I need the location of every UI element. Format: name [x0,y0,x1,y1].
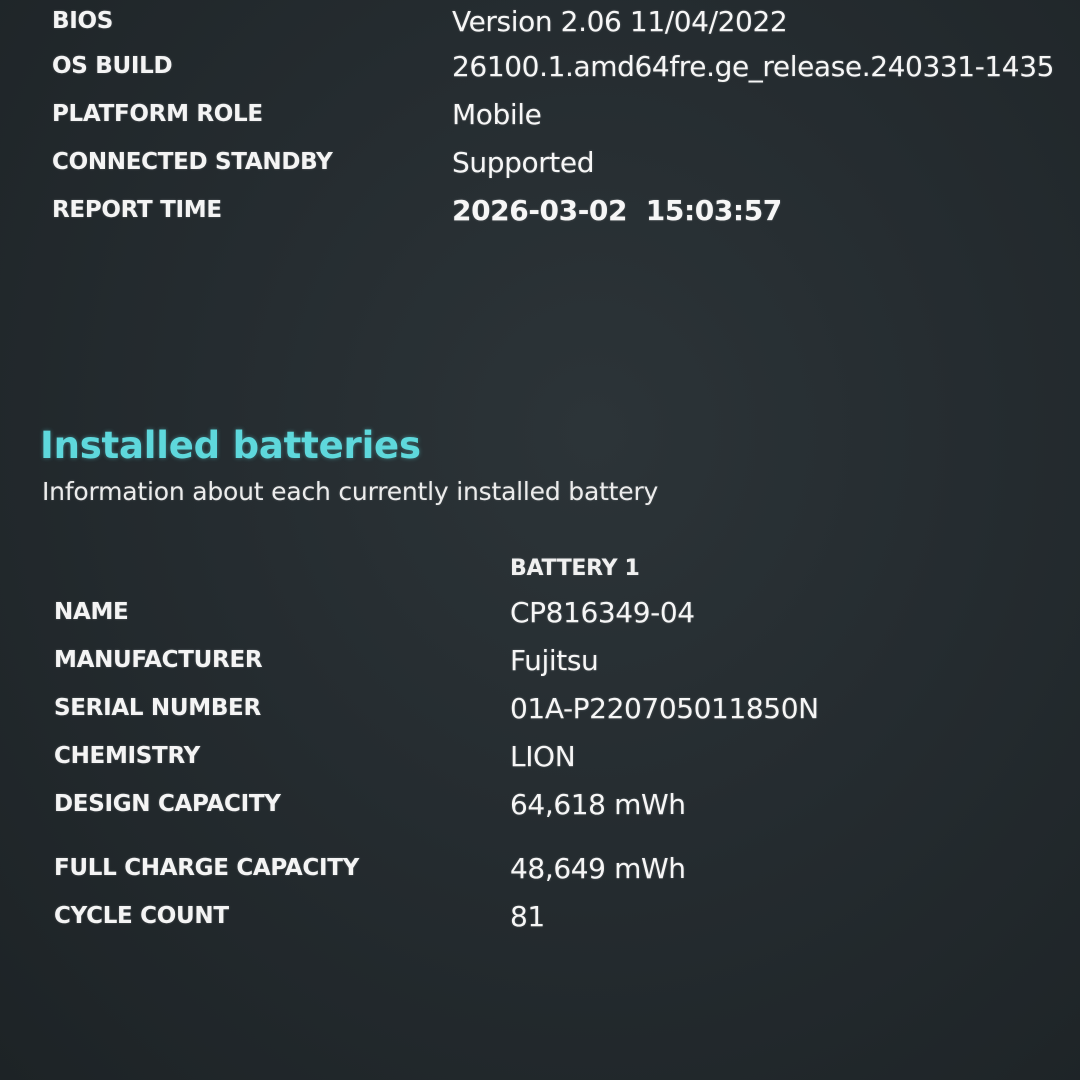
battery-name-label: NAME [54,599,129,625]
system-info-row-os-build: OS BUILD 26100.1.amd64fre.ge_release.240… [52,42,1062,90]
battery-manufacturer-value: Fujitsu [510,643,599,677]
system-info-row-connected-standby: CONNECTED STANDBY Supported [52,138,1062,186]
battery-serial-number-value: 01A-P220705011850N [510,691,819,725]
battery-row-manufacturer: MANUFACTURER Fujitsu [54,636,1034,684]
system-info-row-platform-role: PLATFORM ROLE Mobile [52,90,1062,138]
battery-row-name: NAME CP816349-04 [54,588,1034,636]
platform-role-value: Mobile [452,97,542,131]
report-time-label: REPORT TIME [52,197,222,223]
installed-batteries-description: Information about each currently install… [42,477,659,506]
battery-1-column-header: BATTERY 1 [510,555,640,581]
bios-label: BIOS [52,8,114,34]
battery-row-chemistry: CHEMISTRY LION [54,732,1034,780]
battery-table-header: BATTERY 1 [54,548,1034,588]
battery-manufacturer-label: MANUFACTURER [54,647,263,673]
system-info-table: BIOS Version 2.06 11/04/2022 OS BUILD 26… [52,0,1062,234]
battery-chemistry-value: LION [510,739,576,773]
battery-full-charge-capacity-label: FULL CHARGE CAPACITY [54,855,359,881]
connected-standby-label: CONNECTED STANDBY [52,149,333,175]
battery-row-full-charge-capacity: FULL CHARGE CAPACITY 48,649 mWh [54,844,1034,892]
battery-cycle-count-value: 81 [510,899,545,933]
battery-row-serial-number: SERIAL NUMBER 01A-P220705011850N [54,684,1034,732]
battery-report-page: BIOS Version 2.06 11/04/2022 OS BUILD 26… [0,0,1080,1080]
system-info-row-bios: BIOS Version 2.06 11/04/2022 [52,0,1062,42]
bios-value: Version 2.06 11/04/2022 [452,4,788,38]
installed-batteries-table: BATTERY 1 NAME CP816349-04 MANUFACTURER … [54,548,1034,940]
battery-design-capacity-value: 64,618 mWh [510,787,686,821]
battery-chemistry-label: CHEMISTRY [54,743,200,769]
os-build-value: 26100.1.amd64fre.ge_release.240331-1435 [452,49,1055,83]
installed-batteries-heading: Installed batteries [40,424,421,467]
battery-row-design-capacity: DESIGN CAPACITY 64,618 mWh [54,780,1034,828]
battery-serial-number-label: SERIAL NUMBER [54,695,261,721]
battery-name-value: CP816349-04 [510,595,695,629]
platform-role-label: PLATFORM ROLE [52,101,263,127]
battery-design-capacity-label: DESIGN CAPACITY [54,791,281,817]
os-build-label: OS BUILD [52,53,173,79]
battery-row-cycle-count: CYCLE COUNT 81 [54,892,1034,940]
connected-standby-value: Supported [452,145,595,179]
system-info-row-report-time: REPORT TIME 2026-03-02 15:03:57 [52,186,1062,234]
report-time-value: 2026-03-02 15:03:57 [452,193,782,227]
battery-full-charge-capacity-value: 48,649 mWh [510,851,686,885]
battery-cycle-count-label: CYCLE COUNT [54,903,229,929]
